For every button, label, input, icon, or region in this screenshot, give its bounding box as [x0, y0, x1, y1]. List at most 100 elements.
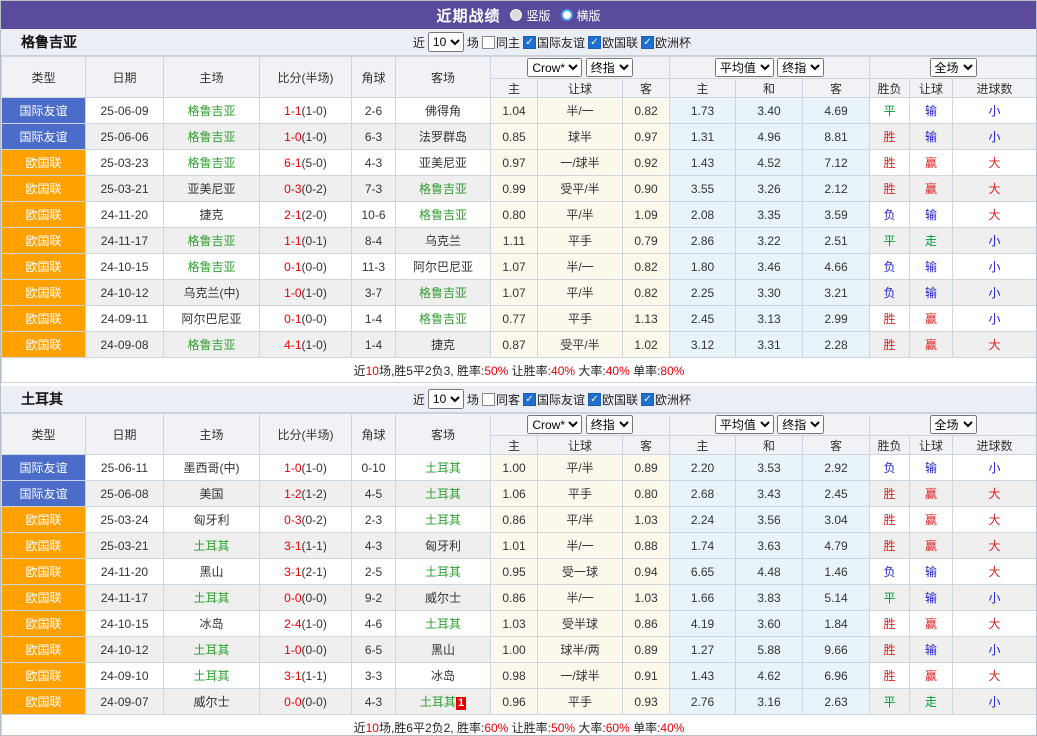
away-team: 土耳其 [396, 559, 491, 585]
col-header-home: 主场 [164, 414, 260, 455]
league-nations-label: 欧国联 [602, 34, 638, 51]
away-team-name: 匈牙利 [425, 539, 461, 553]
odds-final-select[interactable]: 终指 [586, 415, 633, 434]
winloss-result: 平 [870, 98, 910, 124]
layout-radio-horizontal[interactable]: 横版 [561, 7, 601, 24]
average-odds-value: 3.13 [736, 306, 803, 332]
match-row: 欧国联24-11-17土耳其0-0(0-0)9-2威尔士0.86半/一1.031… [2, 585, 1037, 611]
odds-value: 平手 [538, 228, 623, 254]
same-venue-checkbox[interactable]: 同客 [482, 391, 520, 408]
section-bar-georgia: 格鲁吉亚 近 10 场 同主 ✓ 国际友谊 ✓ 欧国联 ✓ 欧洲杯 [1, 29, 1036, 56]
red-card-badge: 1 [456, 697, 466, 710]
same-venue-checkbox[interactable]: 同主 [482, 34, 520, 51]
fulltime-select[interactable]: 全场 [930, 58, 977, 77]
handicap-result: 赢 [910, 507, 953, 533]
col-header-avg-home: 主 [670, 436, 736, 455]
league-friendly-checkbox[interactable]: ✓ 国际友谊 [523, 391, 585, 408]
match-type-badge: 欧国联 [2, 585, 86, 611]
away-team: 佛得角 [396, 98, 491, 124]
average-select[interactable]: 平均值 [715, 415, 774, 434]
match-type-badge: 欧国联 [2, 176, 86, 202]
fulltime-score: 1-1 [284, 104, 301, 118]
score-cell: 1-1(1-0) [260, 98, 352, 124]
average-group-header: 平均值 终指 [670, 57, 870, 79]
away-team-name: 格鲁吉亚 [419, 182, 467, 196]
radio-selected-icon[interactable] [510, 9, 522, 21]
match-row: 欧国联25-03-21土耳其3-1(1-1)4-3匈牙利1.01半/一0.881… [2, 533, 1037, 559]
match-count-select[interactable]: 10 [428, 32, 464, 52]
home-team-name: 阿尔巴尼亚 [181, 312, 241, 326]
average-odds-value: 2.45 [670, 306, 736, 332]
checkbox-checked-icon[interactable]: ✓ [523, 36, 536, 49]
league-friendly-checkbox[interactable]: ✓ 国际友谊 [523, 34, 585, 51]
match-date: 25-03-24 [86, 507, 164, 533]
away-team-name: 亚美尼亚 [419, 156, 467, 170]
home-team-name: 土耳其 [193, 591, 229, 605]
handicap-result: 输 [910, 124, 953, 150]
match-type-badge: 欧国联 [2, 228, 86, 254]
match-row: 欧国联24-10-12土耳其1-0(0-0)6-5黑山1.00球半/两0.891… [2, 637, 1037, 663]
match-date: 24-09-11 [86, 306, 164, 332]
match-type-badge: 欧国联 [2, 280, 86, 306]
checkbox-unchecked-icon[interactable] [482, 36, 495, 49]
fulltime-select[interactable]: 全场 [930, 415, 977, 434]
home-team: 亚美尼亚 [164, 176, 260, 202]
checkbox-checked-icon[interactable]: ✓ [588, 393, 601, 406]
games-label: 场 [467, 34, 479, 51]
away-team-name: 土耳其 [425, 617, 461, 631]
odds-value: 1.03 [623, 585, 670, 611]
winloss-result: 平 [870, 689, 910, 715]
average-final-select[interactable]: 终指 [777, 415, 824, 434]
away-team-name: 黑山 [431, 643, 455, 657]
odds-source-select[interactable]: Crow* [527, 58, 582, 77]
home-team-name: 格鲁吉亚 [187, 234, 235, 248]
away-team-name: 捷克 [431, 338, 455, 352]
home-team-name: 美国 [199, 487, 223, 501]
match-count-select[interactable]: 10 [428, 389, 464, 409]
col-header-avg-home: 主 [670, 79, 736, 98]
odds-value: 0.96 [491, 689, 538, 715]
odds-value: 0.86 [491, 585, 538, 611]
layout-radio-vertical[interactable]: 竖版 [510, 7, 550, 24]
average-select[interactable]: 平均值 [715, 58, 774, 77]
home-team-name: 格鲁吉亚 [187, 260, 235, 274]
odds-value: 0.94 [623, 559, 670, 585]
fulltime-score: 0-1 [284, 260, 301, 274]
away-team-name: 乌克兰 [425, 234, 461, 248]
winloss-result: 负 [870, 455, 910, 481]
average-odds-value: 3.63 [736, 533, 803, 559]
filter-controls: 近 10 场 同客 ✓ 国际友谊 ✓ 欧国联 ✓ 欧洲杯 [413, 389, 691, 409]
average-odds-value: 2.92 [803, 455, 870, 481]
league-nations-checkbox[interactable]: ✓ 欧国联 [588, 34, 638, 51]
checkbox-checked-icon[interactable]: ✓ [588, 36, 601, 49]
match-rows-turkey: 国际友谊25-06-11墨西哥(中)1-0(1-0)0-10土耳其1.00平/半… [2, 455, 1037, 736]
league-nations-checkbox[interactable]: ✓ 欧国联 [588, 391, 638, 408]
halftime-score: (1-0) [302, 286, 327, 300]
handicap-result: 输 [910, 254, 953, 280]
summary-segment: 10 [366, 364, 379, 378]
radio-horizontal-label: 横版 [577, 7, 601, 24]
checkbox-checked-icon[interactable]: ✓ [641, 393, 654, 406]
near-label: 近 [413, 391, 425, 408]
average-odds-value: 3.16 [736, 689, 803, 715]
handicap-result: 输 [910, 202, 953, 228]
odds-value: 0.82 [623, 254, 670, 280]
checkbox-checked-icon[interactable]: ✓ [523, 393, 536, 406]
fulltime-score: 1-0 [284, 130, 301, 144]
checkbox-checked-icon[interactable]: ✓ [641, 36, 654, 49]
handicap-result: 赢 [910, 611, 953, 637]
league-euro-checkbox[interactable]: ✓ 欧洲杯 [641, 391, 691, 408]
match-row: 国际友谊25-06-11墨西哥(中)1-0(1-0)0-10土耳其1.00平/半… [2, 455, 1037, 481]
average-odds-value: 3.46 [736, 254, 803, 280]
summary-segment: 80% [660, 364, 684, 378]
league-euro-checkbox[interactable]: ✓ 欧洲杯 [641, 34, 691, 51]
odds-source-select[interactable]: Crow* [527, 415, 582, 434]
average-final-select[interactable]: 终指 [777, 58, 824, 77]
checkbox-unchecked-icon[interactable] [482, 393, 495, 406]
fulltime-score: 1-1 [284, 234, 301, 248]
odds-final-select[interactable]: 终指 [586, 58, 633, 77]
away-team: 威尔士 [396, 585, 491, 611]
radio-unselected-icon[interactable] [561, 9, 573, 21]
odds-value: 球半 [538, 124, 623, 150]
goals-result: 小 [953, 254, 1037, 280]
